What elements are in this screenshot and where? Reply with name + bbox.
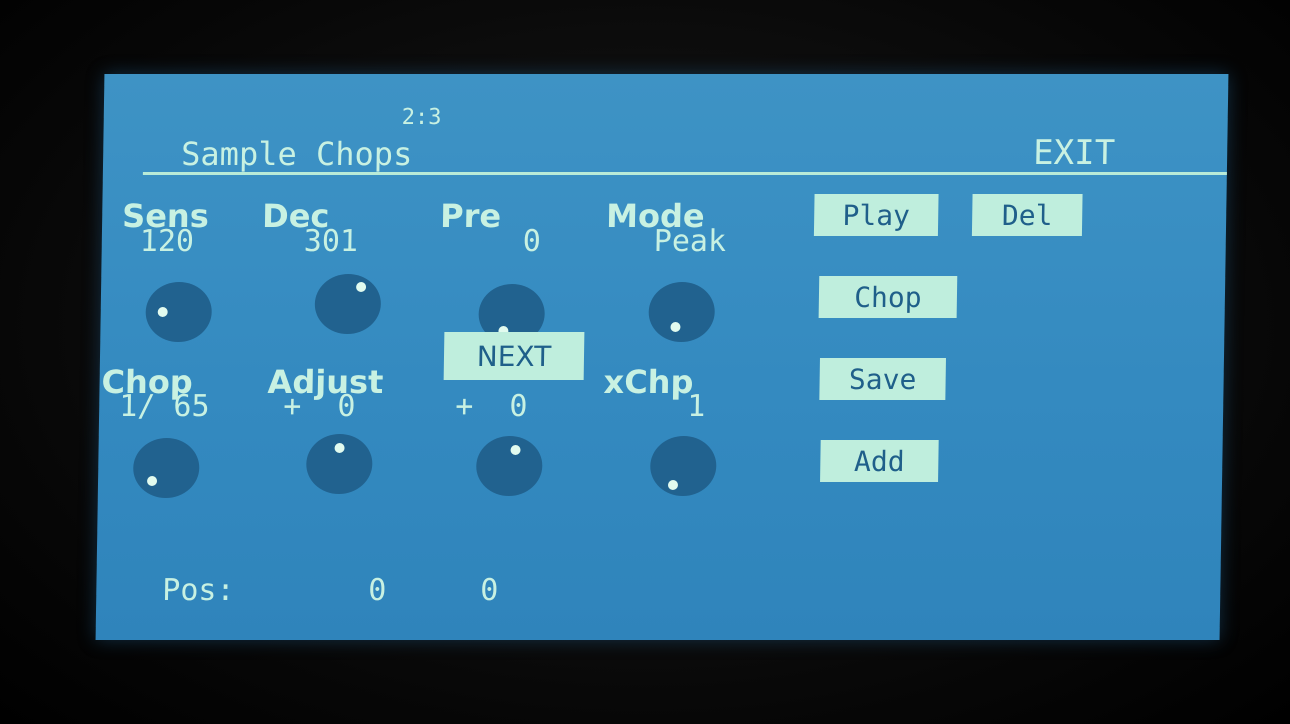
sens-knob[interactable] bbox=[145, 282, 213, 342]
mode-value: Peak bbox=[653, 224, 727, 259]
knob-indicator bbox=[157, 307, 168, 317]
lcd-screen: 2:3 Sample Chops EXIT Sens 120 Dec 301 P… bbox=[95, 74, 1229, 640]
adjust-fine-knob[interactable] bbox=[475, 436, 543, 496]
header-divider bbox=[142, 172, 1227, 175]
pos-label: Pos: bbox=[162, 573, 235, 608]
xchp-knob[interactable] bbox=[649, 436, 717, 496]
pre-label: Pre bbox=[439, 197, 502, 235]
sens-value: 120 bbox=[139, 224, 195, 259]
knob-indicator bbox=[667, 480, 679, 490]
xchp-value: 1 bbox=[686, 389, 706, 424]
adjust-fine-value: + 0 bbox=[454, 389, 528, 424]
dec-knob[interactable] bbox=[314, 274, 382, 334]
chop-button[interactable]: Chop bbox=[818, 276, 958, 318]
pre-value: 0 bbox=[522, 224, 542, 259]
save-button[interactable]: Save bbox=[819, 358, 946, 400]
delete-button[interactable]: Del bbox=[971, 194, 1083, 236]
knob-indicator bbox=[334, 443, 345, 453]
next-button[interactable]: NEXT bbox=[443, 332, 585, 380]
chop-knob[interactable] bbox=[132, 438, 200, 498]
xchp-label: xChp bbox=[603, 363, 694, 401]
page-title: Sample Chops bbox=[180, 135, 413, 173]
play-button[interactable]: Play bbox=[813, 194, 939, 236]
knob-indicator bbox=[510, 445, 521, 455]
add-button[interactable]: Add bbox=[820, 440, 939, 482]
knob-indicator bbox=[146, 476, 158, 486]
adjust-knob[interactable] bbox=[305, 434, 373, 494]
pos-value-end: 0 bbox=[480, 573, 499, 608]
knob-indicator bbox=[670, 322, 681, 332]
dec-value: 301 bbox=[303, 224, 359, 259]
knob-indicator bbox=[356, 282, 367, 292]
pos-value-start: 0 bbox=[368, 573, 387, 608]
mode-knob[interactable] bbox=[648, 282, 716, 342]
adjust-value: + 0 bbox=[282, 389, 356, 424]
exit-button[interactable]: EXIT bbox=[1033, 133, 1116, 173]
page-indicator: 2:3 bbox=[401, 105, 442, 130]
chop-value: 1/ 65 bbox=[118, 389, 210, 424]
